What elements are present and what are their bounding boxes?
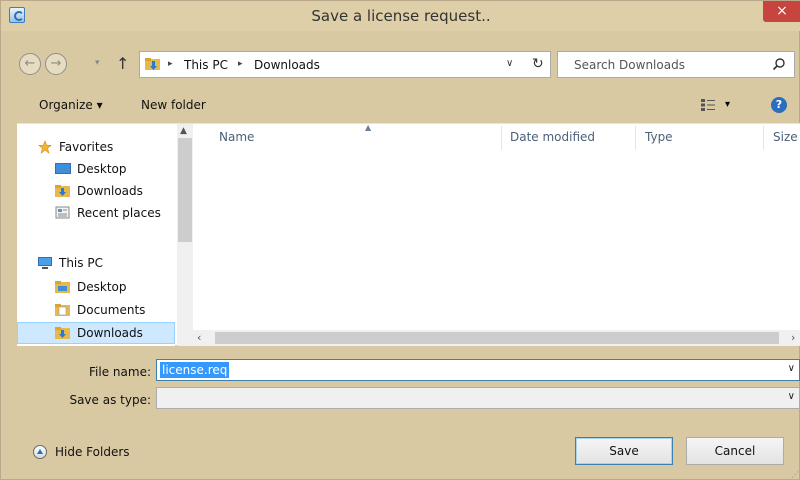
address-bar[interactable]: ▸ This PC ▸ Downloads ∨ ↻ bbox=[139, 51, 551, 78]
sidebar-item-recent-places[interactable]: Recent places bbox=[17, 202, 175, 224]
sidebar-item-label: This PC bbox=[59, 256, 103, 270]
sidebar-item-label: Documents bbox=[77, 303, 146, 317]
save-form: File name: license.req ∨ Save as type: ∨ bbox=[1, 345, 800, 415]
file-list-horizontal-scrollbar[interactable]: ‹ › bbox=[177, 330, 800, 346]
column-divider[interactable] bbox=[635, 126, 636, 150]
scrollbar-thumb[interactable] bbox=[178, 138, 192, 242]
sidebar-item-label: Desktop bbox=[77, 280, 127, 294]
navigation-pane[interactable]: Favorites Desktop Downloads Recent place… bbox=[17, 124, 175, 346]
search-icon[interactable] bbox=[772, 57, 786, 71]
sidebar-item-label: Downloads bbox=[77, 184, 143, 198]
resize-grip-icon[interactable]: ⋰ bbox=[791, 470, 799, 479]
scroll-left-icon[interactable]: ‹ bbox=[197, 331, 201, 344]
save-button[interactable]: Save bbox=[575, 437, 673, 465]
address-row: ← → ▾ ↑ ▸ This PC ▸ Downloads ∨ ↻ bbox=[1, 45, 800, 87]
chevron-down-icon[interactable]: ∨ bbox=[788, 363, 795, 374]
up-button[interactable]: ↑ bbox=[116, 54, 129, 73]
view-dropdown-icon[interactable]: ▾ bbox=[725, 99, 730, 110]
downloads-folder-icon bbox=[55, 327, 70, 339]
sidebar-item-this-pc[interactable]: This PC bbox=[17, 252, 175, 274]
downloads-folder-icon bbox=[145, 58, 160, 70]
folder-icon bbox=[55, 281, 70, 293]
desktop-icon bbox=[55, 163, 71, 174]
sidebar-item-documents[interactable]: Documents bbox=[17, 299, 175, 321]
computer-icon bbox=[38, 257, 52, 269]
view-options-icon[interactable] bbox=[701, 99, 715, 111]
sidebar-item-favorites[interactable]: Favorites bbox=[17, 136, 175, 158]
file-list[interactable]: ▲ Name Date modified Type Size bbox=[195, 123, 800, 346]
documents-icon bbox=[55, 304, 70, 316]
window-title: Save a license request.. bbox=[311, 7, 491, 25]
title-bar[interactable]: Save a license request.. × bbox=[1, 1, 800, 31]
sort-ascending-icon: ▲ bbox=[365, 123, 372, 132]
sidebar-item-desktop-pc[interactable]: Desktop bbox=[17, 276, 175, 298]
forward-button[interactable]: → bbox=[45, 53, 67, 75]
save-as-type-select[interactable]: ∨ bbox=[156, 387, 800, 409]
organize-button[interactable]: Organize ▾ bbox=[39, 98, 103, 112]
breadcrumb-separator: ▸ bbox=[238, 59, 243, 69]
file-name-label: File name: bbox=[89, 365, 151, 379]
command-toolbar: Organize ▾ New folder ▾ ? bbox=[1, 89, 800, 123]
scroll-up-icon[interactable]: ▲ bbox=[180, 126, 187, 136]
column-header-name[interactable]: Name bbox=[219, 130, 254, 144]
dialog-footer: Hide Folders Save Cancel ⋰ bbox=[1, 415, 800, 480]
scrollbar-thumb[interactable] bbox=[215, 332, 779, 344]
scroll-right-icon[interactable]: › bbox=[791, 331, 795, 344]
collapse-up-icon bbox=[33, 445, 47, 459]
refresh-icon[interactable]: ↻ bbox=[532, 56, 544, 72]
downloads-folder-icon bbox=[55, 185, 70, 197]
breadcrumb-downloads[interactable]: Downloads bbox=[254, 58, 320, 72]
cancel-button[interactable]: Cancel bbox=[686, 437, 784, 465]
recent-places-icon bbox=[55, 206, 70, 219]
recent-locations-button[interactable]: ▾ bbox=[95, 59, 103, 68]
breadcrumb-separator: ▸ bbox=[168, 59, 173, 69]
sidebar-item-desktop[interactable]: Desktop bbox=[17, 158, 175, 180]
close-button[interactable]: × bbox=[763, 1, 800, 22]
sidebar-item-label: Downloads bbox=[77, 326, 143, 340]
sidebar-item-downloads[interactable]: Downloads bbox=[17, 180, 175, 202]
sidebar-item-label: Favorites bbox=[59, 140, 114, 154]
sidebar-item-label: Recent places bbox=[77, 206, 161, 220]
file-name-input[interactable]: license.req ∨ bbox=[156, 359, 800, 381]
file-name-value[interactable]: license.req bbox=[160, 362, 230, 378]
column-divider[interactable] bbox=[763, 126, 764, 150]
new-folder-button[interactable]: New folder bbox=[141, 98, 206, 112]
navigation-pane-scrollbar[interactable]: ▲ ∨ bbox=[177, 124, 193, 346]
column-header-size[interactable]: Size bbox=[773, 130, 798, 144]
sidebar-item-downloads-pc[interactable]: Downloads bbox=[17, 322, 175, 344]
breadcrumb-this-pc[interactable]: This PC bbox=[184, 58, 228, 72]
search-box[interactable] bbox=[557, 51, 795, 78]
browser-content: Favorites Desktop Downloads Recent place… bbox=[17, 123, 800, 346]
save-as-type-label: Save as type: bbox=[69, 393, 151, 407]
address-dropdown-icon[interactable]: ∨ bbox=[506, 58, 513, 69]
chevron-down-icon[interactable]: ∨ bbox=[788, 391, 795, 402]
hide-folders-label: Hide Folders bbox=[55, 445, 130, 459]
column-header-date-modified[interactable]: Date modified bbox=[510, 130, 595, 144]
star-icon bbox=[38, 140, 52, 154]
help-icon[interactable]: ? bbox=[771, 97, 787, 113]
back-button[interactable]: ← bbox=[19, 53, 41, 75]
column-header-type[interactable]: Type bbox=[645, 130, 673, 144]
save-dialog-window: Save a license request.. × ← → ▾ ↑ ▸ Thi… bbox=[0, 0, 800, 480]
sidebar-item-label: Desktop bbox=[77, 162, 127, 176]
column-divider[interactable] bbox=[501, 126, 502, 150]
search-input[interactable] bbox=[558, 52, 758, 77]
